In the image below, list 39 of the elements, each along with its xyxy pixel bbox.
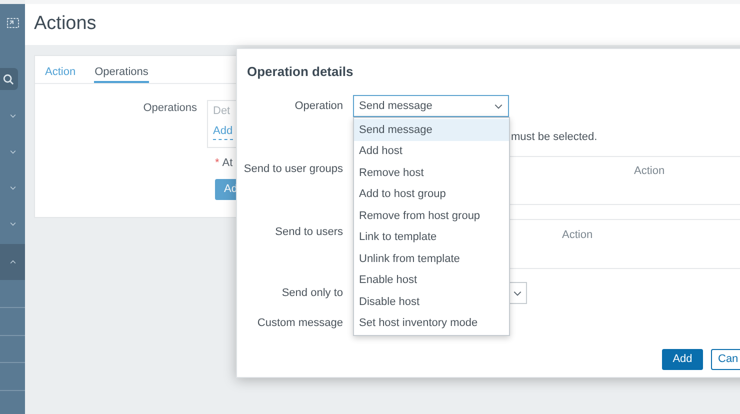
menu-section[interactable]	[0, 244, 25, 280]
field-label: Operations	[142, 101, 198, 116]
column-header: Action	[562, 229, 593, 241]
dropdown-option[interactable]: Enable host	[354, 270, 509, 291]
dropdown-option[interactable]: Set host inventory mode	[354, 312, 509, 334]
required-mark: *	[215, 156, 220, 171]
chevron-up-icon	[10, 260, 16, 264]
field-label: Operation	[294, 98, 343, 114]
tab[interactable]: Operations	[94, 56, 150, 83]
dropdown-option[interactable]: Disable host	[354, 291, 509, 312]
cancel-button[interactable]: Can	[711, 349, 740, 370]
dropdown-option[interactable]: Send message	[354, 119, 509, 140]
dropdown-option[interactable]: Add to host group	[354, 184, 509, 205]
field-label: Send to users	[274, 225, 343, 240]
field-label: Send to user groups	[242, 162, 343, 177]
chevron-down-icon	[513, 290, 522, 296]
operation-select[interactable]: Send message	[353, 95, 509, 117]
page-title: Actions	[34, 12, 96, 36]
chevron-down-icon	[494, 104, 503, 108]
collapse-icon[interactable]	[6, 18, 18, 28]
column-header: Det	[213, 104, 232, 119]
required-note: At	[222, 156, 233, 171]
hint-text: must be selected.	[511, 131, 598, 143]
dropdown-option[interactable]: Remove from host group	[354, 205, 509, 226]
chevron-down-icon	[10, 150, 16, 154]
field-label: Send only to	[280, 286, 343, 301]
column-header: Action	[634, 165, 665, 177]
dropdown-option[interactable]: Unlink from template	[354, 248, 509, 270]
chevron-down-icon	[10, 186, 16, 190]
dialog-title: Operation details	[247, 63, 354, 81]
dropdown-option[interactable]: Link to template	[354, 226, 509, 248]
dropdown-option[interactable]: Add host	[354, 140, 509, 162]
chevron-down-icon	[10, 114, 16, 118]
search-button[interactable]	[0, 68, 18, 90]
add-button[interactable]: Add	[662, 349, 703, 370]
field-label: Custom message	[256, 316, 343, 331]
chevron-down-icon	[10, 222, 16, 226]
dropdown-option[interactable]: Remove host	[354, 162, 509, 184]
search-icon	[3, 74, 14, 84]
